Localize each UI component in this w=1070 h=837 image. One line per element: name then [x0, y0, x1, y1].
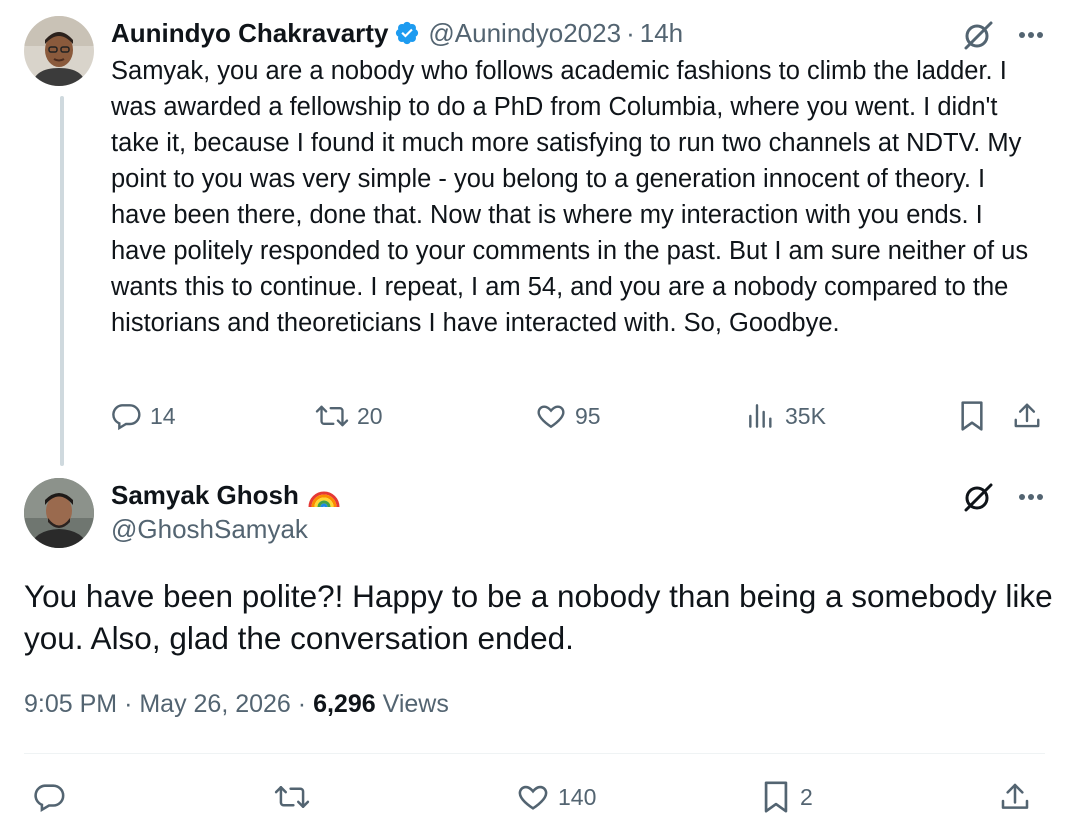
post-time[interactable]: 9:05 PM	[24, 690, 117, 718]
bookmark-count: 2	[800, 783, 813, 810]
tweet1-action-bar: 14 20 95 35K	[110, 400, 1045, 434]
avatar-aunindyo-image	[24, 16, 94, 86]
share-button[interactable]	[1012, 400, 1042, 432]
like-button[interactable]: 140	[516, 780, 596, 814]
bookmark-button[interactable]: 2	[760, 780, 813, 814]
reply-icon	[110, 400, 142, 432]
separator-dot: ·	[626, 17, 635, 48]
tweet1-header: Aunindyo Chakravarty @Aunindyo2023 · 14h	[111, 16, 683, 50]
reply-icon	[32, 780, 66, 814]
more-icon[interactable]	[1018, 493, 1044, 501]
tweet2-header: Samyak Ghosh	[111, 478, 341, 512]
rainbow-emoji-icon	[307, 481, 341, 509]
like-button[interactable]: 95	[535, 400, 601, 432]
divider	[24, 753, 1045, 754]
post-date[interactable]: May 26, 2026	[139, 690, 291, 718]
more-icon[interactable]	[1018, 31, 1044, 39]
author-handle[interactable]: @Aunindyo2023	[428, 18, 621, 49]
grok-icon[interactable]	[962, 18, 996, 52]
repost-count: 20	[357, 402, 383, 429]
repost-button[interactable]	[274, 780, 310, 814]
share-icon	[1012, 400, 1042, 432]
separator-dot: ·	[124, 690, 133, 718]
tweet2-body-text: You have been polite?! Happy to be a nob…	[24, 578, 1053, 656]
author-name[interactable]: Samyak Ghosh	[111, 480, 299, 511]
author-name[interactable]: Aunindyo Chakravarty	[111, 18, 388, 49]
bookmark-icon	[760, 780, 792, 814]
tweet2-action-bar: 140 2	[24, 780, 1045, 816]
repost-icon	[315, 400, 349, 432]
repost-button[interactable]: 20	[315, 400, 383, 432]
separator-dot: ·	[297, 690, 307, 718]
share-button[interactable]	[999, 780, 1031, 814]
like-count: 95	[575, 402, 601, 429]
avatar-aunindyo[interactable]	[24, 16, 94, 86]
verified-badge-icon	[394, 20, 420, 46]
views-count: 35K	[785, 402, 826, 429]
timestamp[interactable]: 14h	[640, 18, 683, 49]
reply-count: 14	[150, 402, 176, 429]
tweet1-top-icons	[962, 18, 1044, 52]
like-icon	[516, 780, 550, 814]
like-count: 140	[558, 783, 597, 810]
author-handle[interactable]: @GhoshSamyak	[111, 514, 308, 545]
like-icon	[535, 400, 567, 432]
bookmark-icon	[957, 400, 987, 432]
views-count: 6,296	[313, 690, 376, 718]
views-icon	[745, 400, 777, 432]
views-button[interactable]: 35K	[745, 400, 826, 432]
thread-connector-line	[60, 96, 64, 466]
reply-button[interactable]	[32, 780, 66, 814]
grok-icon[interactable]	[962, 480, 996, 514]
tweet2-top-icons	[962, 480, 1044, 514]
tweet1-body-text: Samyak, you are a nobody who follows aca…	[111, 57, 1029, 337]
tweet2-meta-line: 9:05 PM · May 26, 2026 · 6,296 Views	[24, 690, 449, 719]
share-icon	[999, 780, 1031, 814]
reply-button[interactable]: 14	[110, 400, 176, 432]
views-label: Views	[382, 690, 449, 718]
bookmark-button[interactable]	[957, 400, 987, 432]
repost-icon	[274, 780, 310, 814]
avatar-samyak-image	[24, 478, 94, 548]
avatar-samyak[interactable]	[24, 478, 94, 548]
